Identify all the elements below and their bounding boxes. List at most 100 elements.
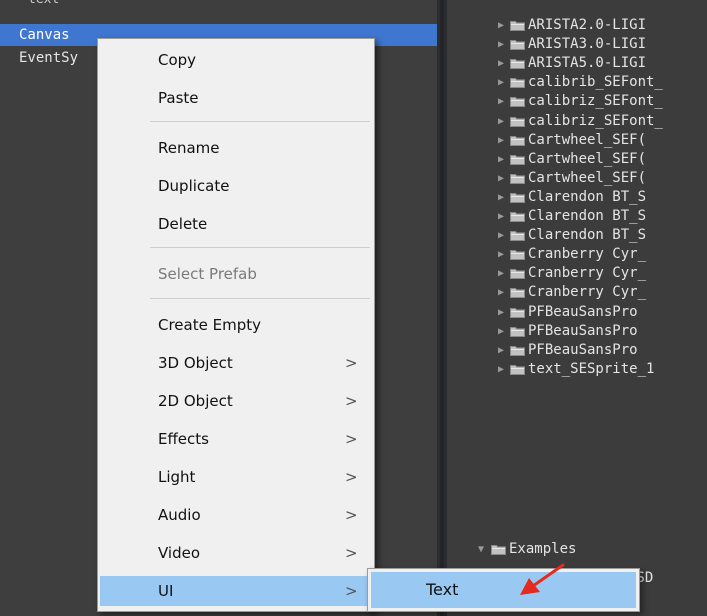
- project-folder-label: PFBeauSansPro: [528, 341, 638, 358]
- folder-icon: [510, 345, 525, 356]
- folder-icon: [510, 287, 525, 299]
- project-folder-label: Cartwheel_SEF(: [528, 150, 647, 167]
- menu-item-label: Copy: [158, 51, 197, 69]
- expand-arrow-icon[interactable]: ▶: [498, 245, 504, 264]
- folder-icon: [510, 211, 525, 222]
- expand-arrow-icon[interactable]: ▶: [498, 303, 504, 322]
- menu-item-3d-object[interactable]: 3D Object >: [100, 348, 372, 378]
- expand-arrow-icon[interactable]: ▼: [478, 540, 484, 559]
- project-folder-label: Cranberry Cyr_: [528, 284, 647, 301]
- project-folder-label: ARISTA2.0-LIGI: [528, 17, 647, 33]
- project-folder-label: calibriz_SEFont_: [528, 112, 663, 129]
- expand-arrow-icon[interactable]: ▶: [498, 16, 504, 35]
- expand-arrow-icon[interactable]: ▶: [498, 169, 504, 188]
- menu-item-light[interactable]: Light >: [100, 462, 372, 492]
- project-panel: ▶ ARISTA2.0-LIGI ▶ ARISTA3.0-LIGI ▶ ARISTA5.0…: [447, 0, 707, 616]
- expand-arrow-icon[interactable]: ▶: [498, 226, 504, 245]
- menu-separator: [150, 121, 370, 122]
- folder-icon: [510, 77, 525, 89]
- menu-item-label: Video: [158, 544, 201, 562]
- project-folder-label: Cranberry Cyr_: [528, 265, 647, 282]
- project-folder-label: ARISTA5.0-LIGI: [528, 55, 647, 72]
- folder-icon: [510, 20, 525, 31]
- project-folder-label: PFBeauSansPro: [528, 303, 638, 320]
- folder-icon: [510, 230, 525, 242]
- menu-item-delete[interactable]: Delete: [100, 209, 372, 239]
- folder-icon: [510, 268, 525, 280]
- menu-separator: [150, 247, 370, 248]
- context-menu: Copy Paste Rename Duplicate Delete Selec…: [97, 38, 375, 612]
- hierarchy-item-text[interactable]: text: [28, 0, 59, 7]
- menu-item-copy[interactable]: Copy: [100, 45, 372, 75]
- menu-item-label: Create Empty: [158, 316, 261, 334]
- ui-submenu: Text: [367, 568, 640, 612]
- menu-item-paste[interactable]: Paste: [100, 83, 372, 113]
- menu-item-rename[interactable]: Rename: [100, 133, 372, 163]
- expand-arrow-icon[interactable]: ▶: [498, 73, 504, 92]
- expand-arrow-icon[interactable]: ▶: [498, 283, 504, 302]
- menu-item-label: Effects: [158, 430, 209, 448]
- menu-item-label: Audio: [158, 506, 201, 524]
- project-folder-label: ARISTA3.0-LIGI: [528, 36, 647, 53]
- project-folder-label: PFBeauSansPro: [528, 322, 638, 339]
- menu-item-label: UI: [158, 582, 174, 600]
- menu-item-2d-object[interactable]: 2D Object >: [100, 386, 372, 416]
- project-folder-label: Clarendon BT_S: [528, 188, 647, 205]
- chevron-right-icon: >: [345, 430, 358, 448]
- menu-item-label: 3D Object: [158, 354, 233, 372]
- project-folder-label: calibriz_SEFont_: [528, 93, 663, 110]
- menu-item-label: 2D Object: [158, 392, 233, 410]
- submenu-item-text[interactable]: Text: [371, 572, 636, 608]
- folder-icon: [491, 544, 506, 555]
- menu-item-label: Light: [158, 468, 196, 486]
- menu-item-label: Delete: [158, 215, 208, 233]
- hierarchy-item-label: Canvas: [19, 27, 70, 43]
- expand-arrow-icon[interactable]: ▶: [498, 360, 504, 379]
- folder-icon: [510, 96, 525, 108]
- expand-arrow-icon[interactable]: ▶: [498, 150, 504, 169]
- hierarchy-item-eventsystem[interactable]: EventSy: [0, 47, 78, 69]
- folder-icon: [510, 192, 525, 203]
- chevron-right-icon: >: [345, 354, 358, 372]
- menu-item-label: Rename: [158, 139, 220, 157]
- menu-item-label: Select Prefab: [158, 265, 257, 283]
- menu-item-ui[interactable]: UI >: [100, 576, 372, 606]
- folder-icon: [510, 326, 525, 337]
- menu-item-label: Paste: [158, 89, 199, 107]
- hierarchy-item-label: EventSy: [19, 50, 79, 66]
- menu-item-select-prefab: Select Prefab: [100, 259, 372, 289]
- expand-arrow-icon[interactable]: ▶: [498, 54, 504, 73]
- expand-arrow-icon[interactable]: ▶: [498, 264, 504, 283]
- menu-item-effects[interactable]: Effects >: [100, 424, 372, 454]
- expand-arrow-icon[interactable]: ▶: [498, 322, 504, 341]
- expand-arrow-icon[interactable]: ▶: [498, 131, 504, 150]
- expand-arrow-icon[interactable]: ▶: [498, 207, 504, 226]
- expand-arrow-icon[interactable]: ▶: [498, 92, 504, 111]
- menu-item-video[interactable]: Video >: [100, 538, 372, 568]
- scrollbar-track[interactable]: [440, 0, 444, 616]
- menu-item-label: Duplicate: [158, 177, 230, 195]
- expand-arrow-icon[interactable]: ▶: [498, 341, 504, 360]
- project-folder-label: calibrib_SEFont_: [528, 74, 663, 91]
- expand-arrow-icon[interactable]: ▶: [498, 188, 504, 207]
- folder-icon: [510, 173, 525, 184]
- chevron-right-icon: >: [345, 392, 358, 410]
- chevron-right-icon: >: [345, 468, 358, 486]
- project-folder-label: Cranberry Cyr_: [528, 246, 647, 263]
- folder-icon: [510, 364, 525, 375]
- menu-item-create-empty[interactable]: Create Empty: [100, 310, 372, 340]
- expand-arrow-icon[interactable]: ▶: [498, 112, 504, 131]
- project-folder-label: Cartwheel_SEF(: [528, 131, 647, 148]
- folder-icon: [510, 307, 525, 318]
- folder-icon: [510, 116, 525, 127]
- expand-arrow-icon[interactable]: ▶: [498, 35, 504, 54]
- folder-icon: [510, 154, 525, 165]
- menu-separator: [150, 298, 370, 299]
- menu-item-audio[interactable]: Audio >: [100, 500, 372, 530]
- project-folder-label: Clarendon BT_S: [528, 227, 647, 244]
- menu-item-duplicate[interactable]: Duplicate: [100, 171, 372, 201]
- panel-splitter[interactable]: [437, 0, 447, 616]
- chevron-right-icon: >: [345, 582, 358, 600]
- folder-icon: [510, 39, 525, 51]
- folder-icon: [510, 249, 525, 261]
